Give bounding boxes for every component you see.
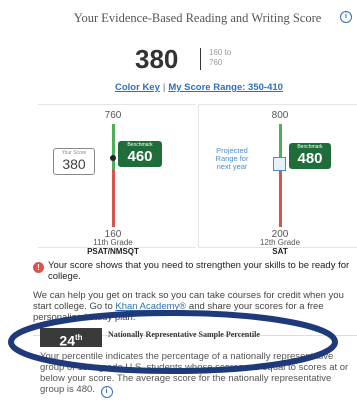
sat-projected-label: Projected Range for next year bbox=[215, 146, 249, 171]
sat-score-panel: 800 Projected Range for next year Benchm… bbox=[198, 104, 357, 256]
khan-academy-link[interactable]: Khan Academy® bbox=[115, 301, 186, 312]
total-score: 380 bbox=[135, 44, 179, 74]
percentile-description: Your percentile indicates the percentage… bbox=[40, 351, 352, 398]
color-key-link[interactable]: Color Key bbox=[115, 82, 160, 93]
psat-green-bar bbox=[112, 124, 115, 169]
percentile-title: Nationally Representative Sample Percent… bbox=[108, 330, 260, 339]
sat-max-score: 800 bbox=[271, 110, 289, 121]
psat-red-bar bbox=[112, 169, 115, 227]
score-divider bbox=[200, 48, 201, 70]
info-icon[interactable]: i bbox=[340, 11, 352, 23]
sat-red-bar bbox=[279, 166, 282, 227]
psat-your-score: Your Score 380 bbox=[53, 148, 95, 175]
sat-benchmark-badge: Benchmark 480 bbox=[289, 143, 331, 169]
psat-score-panel: 760 Your Score 380 Benchmark 460 160 11t… bbox=[38, 104, 196, 256]
psat-max-score: 760 bbox=[104, 110, 122, 121]
score-scale: 160 to 760 bbox=[209, 48, 232, 67]
alert-icon: ! bbox=[33, 262, 44, 273]
psat-grade-label: 11th Grade PSAT/NMSQT bbox=[87, 238, 139, 256]
score-links: Color Key | My Score Range: 350-410 bbox=[115, 82, 283, 93]
percentile-badge: 24th bbox=[40, 328, 102, 349]
sat-grade-label: 12th Grade SAT bbox=[259, 238, 301, 256]
score-range-link[interactable]: My Score Range: 350-410 bbox=[168, 82, 283, 93]
alert-text: Your score shows that you need to streng… bbox=[48, 260, 350, 282]
psat-benchmark-badge: Benchmark 460 bbox=[118, 141, 162, 167]
percentile-info-icon[interactable]: i bbox=[100, 386, 113, 398]
sat-projected-range-marker bbox=[273, 157, 286, 171]
score-title: Your Evidence-Based Reading and Writing … bbox=[73, 11, 322, 25]
help-text: We can help you get on track so you can … bbox=[33, 290, 344, 323]
psat-score-marker bbox=[110, 155, 116, 161]
